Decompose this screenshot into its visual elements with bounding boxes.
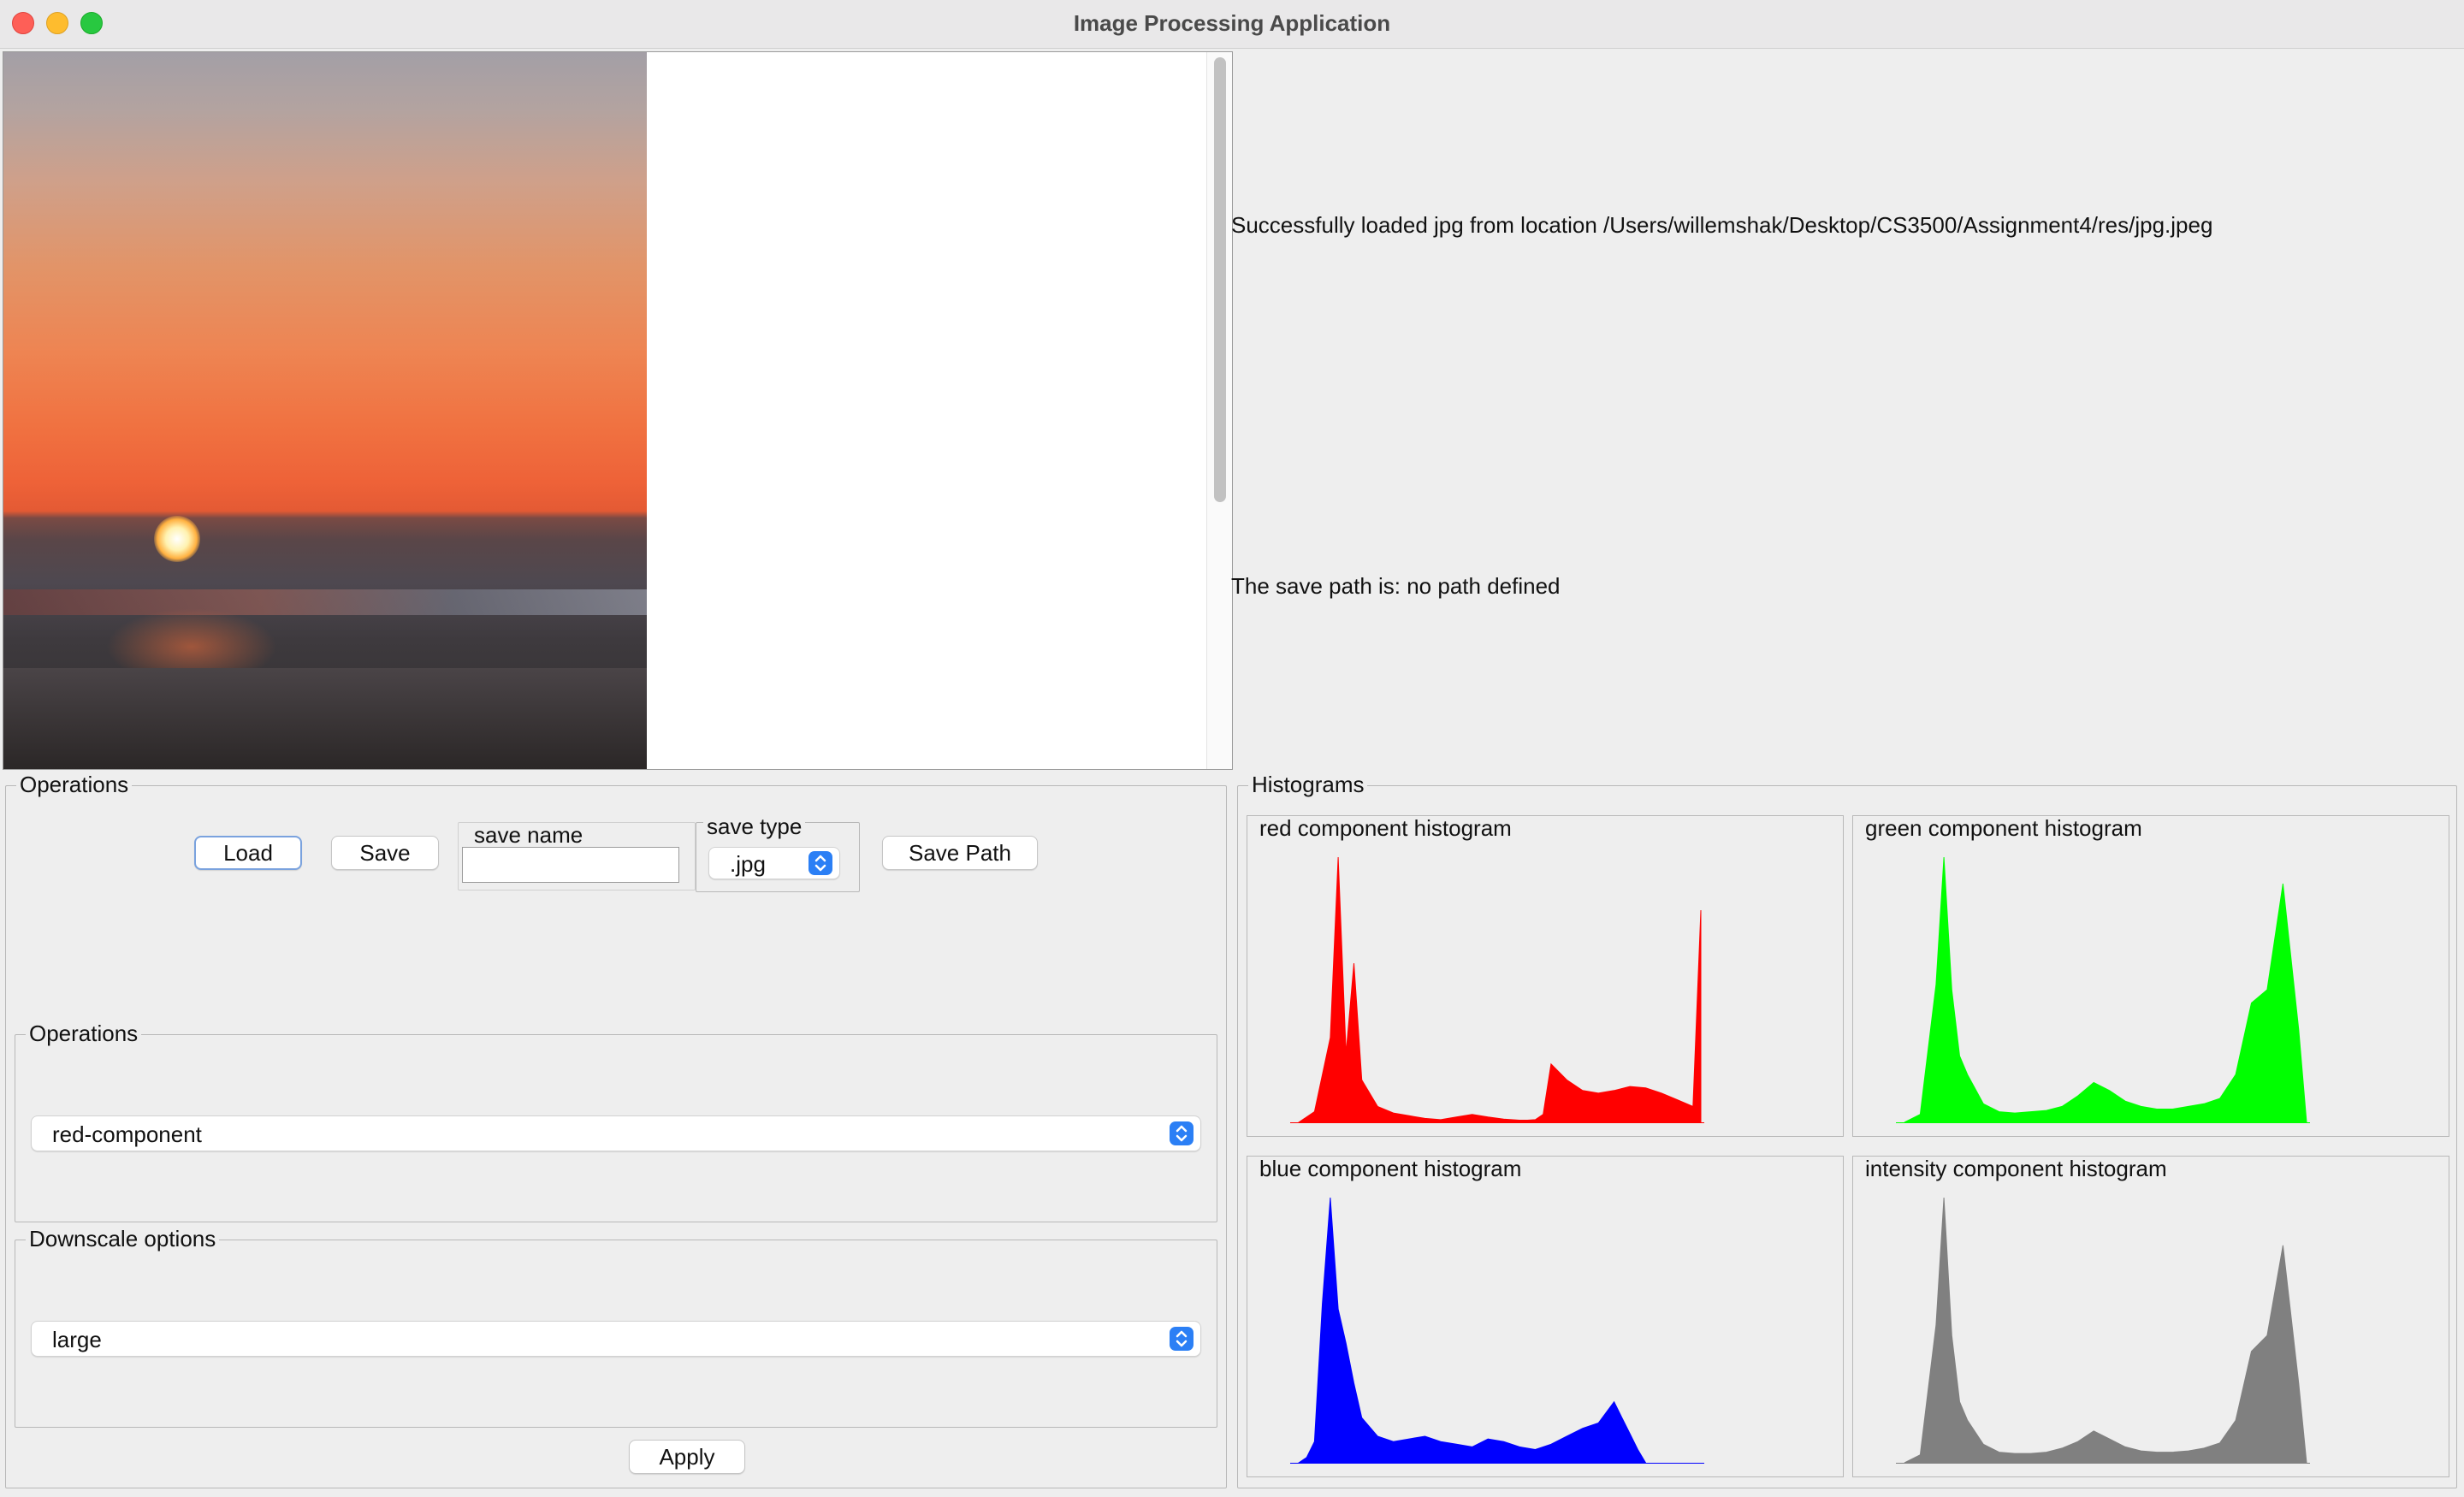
title-bar: Image Processing Application [0, 0, 2464, 49]
red-histogram-area [1297, 856, 1702, 1123]
chevron-updown-icon [1170, 1327, 1194, 1351]
blue-histogram-area [1297, 1197, 1647, 1464]
save-path-button[interactable]: Save Path [882, 836, 1038, 870]
chevron-updown-icon [808, 851, 832, 875]
image-scroll-pane[interactable] [3, 51, 1233, 770]
load-status-message: Successfully loaded jpg from location /U… [1231, 212, 2213, 238]
save-type-value: .jpg [730, 851, 766, 877]
downscale-select-group: Downscale options large [15, 1225, 1217, 1428]
operations-panel-title: Operations [16, 771, 133, 798]
intensity-histogram-plot [1896, 1197, 2310, 1464]
intensity-histogram: intensity component histogram [1852, 1156, 2449, 1477]
save-name-label: save name [474, 822, 583, 848]
apply-button[interactable]: Apply [629, 1440, 745, 1474]
vertical-scrollbar[interactable] [1206, 52, 1232, 769]
operations-panel: Operations Load Save save name save type… [5, 771, 1227, 1488]
chevron-updown-icon [1170, 1121, 1194, 1145]
downscale-select-title: Downscale options [26, 1225, 220, 1252]
blue-histogram-plot [1290, 1197, 1704, 1464]
save-path-message: The save path is: no path defined [1231, 573, 1561, 599]
operations-select-title: Operations [26, 1020, 142, 1047]
operation-select[interactable]: red-component [31, 1115, 1201, 1151]
window-title: Image Processing Application [1073, 10, 1391, 36]
loaded-image [3, 52, 647, 769]
app-window: Image Processing Application Successfull… [0, 0, 2464, 1497]
save-name-group: save name [458, 822, 696, 891]
save-type-group: save type .jpg [696, 813, 860, 892]
green-histogram-plot [1896, 856, 2310, 1123]
histograms-panel: Histograms red component histogram green… [1237, 771, 2457, 1488]
intensity-histogram-area [1904, 1197, 2307, 1464]
load-button[interactable]: Load [194, 836, 302, 870]
save-button[interactable]: Save [331, 836, 439, 870]
green-histogram-area [1904, 856, 2307, 1123]
operation-select-value: red-component [52, 1121, 202, 1147]
blue-histogram: blue component histogram [1247, 1156, 1844, 1477]
save-name-input[interactable] [462, 847, 679, 883]
scrollbar-thumb[interactable] [1214, 57, 1226, 502]
histograms-panel-title: Histograms [1248, 771, 1368, 798]
operations-select-group: Operations red-component [15, 1020, 1217, 1222]
save-type-select[interactable]: .jpg [708, 847, 840, 879]
red-histogram-plot [1290, 856, 1704, 1123]
red-histogram: red component histogram [1247, 815, 1844, 1137]
green-histogram: green component histogram [1852, 815, 2449, 1137]
save-type-label: save type [703, 813, 806, 840]
downscale-select-value: large [52, 1327, 102, 1352]
downscale-select[interactable]: large [31, 1321, 1201, 1357]
